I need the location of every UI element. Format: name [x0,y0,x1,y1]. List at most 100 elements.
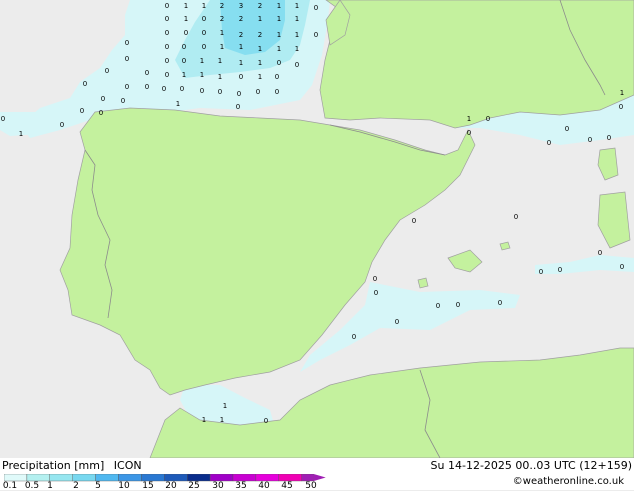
colorbar-segment [49,474,73,482]
precip-value-label: 1 [200,71,204,79]
precip-value-label: 0 [547,139,551,147]
precip-value-label: 0 [498,299,502,307]
precip-value-label: 1 [277,15,281,23]
precip-value-label: 0 [125,55,129,63]
precip-value-label: 0 [486,115,490,123]
precip-value-label: 2 [258,2,262,10]
precip-value-label: 2 [239,15,243,23]
precip-value-label: 0 [182,43,186,51]
land-ibiza [417,277,429,289]
colorbar-segment [255,474,279,482]
precip-value-label: 0 [456,301,460,309]
precip-value-label: 0 [236,103,240,111]
precip-value-label: 1 [202,2,206,10]
precip-value-label: 1 [258,73,262,81]
precip-value-label: 0 [165,15,169,23]
land-france [319,0,634,129]
precip-value-label: 0 [165,57,169,65]
precip-value-label: 1 [223,402,227,410]
precip-value-label: 1 [277,2,281,10]
precip-value-label: 1 [202,416,206,424]
precip-value-label: 0 [239,73,243,81]
precip-value-label: 0 [165,71,169,79]
precip-value-label: 1 [295,2,299,10]
precip-value-label: 1 [200,57,204,65]
precip-value-label: 0 [588,136,592,144]
colorbar-segment [4,474,28,482]
precip-value-label: 0 [374,289,378,297]
precip-value-label: 0 [80,107,84,115]
precip-value-label: 1 [295,15,299,23]
precip-value-label: 1 [467,115,471,123]
precip-value-label: 0 [145,69,149,77]
legend-title-text: Precipitation [mm] [2,459,105,472]
precip-value-label: 0 [165,2,169,10]
precip-value-label: 1 [277,45,281,53]
colorbar-segment [209,474,234,482]
precip-value-label: 0 [565,125,569,133]
datetime-label: Su 14-12-2025 00..03 UTC (12+159) [430,459,632,472]
precip-value-label: 0 [619,103,623,111]
colorbar-segment [232,474,257,482]
colorbar-segment [141,474,165,482]
precip-value-label: 0 [620,263,624,271]
precip-value-label: 1 [220,29,224,37]
precip-value-label: 0 [162,85,166,93]
precip-value-label: 0 [256,88,260,96]
precip-value-label: 2 [258,31,262,39]
precip-value-label: 0 [105,67,109,75]
precip-value-label: 0 [412,217,416,225]
precip-value-label: 0 [125,39,129,47]
precip-value-label: 0 [352,333,356,341]
colorbar-segment [164,474,188,482]
precip-value-label: 1 [176,100,180,108]
precip-value-label: 0 [436,302,440,310]
precip-value-label: 1 [620,89,624,97]
model-name: ICON [113,459,142,472]
colorbar-segment [186,474,211,482]
precip-value-label: 0 [165,29,169,37]
precip-value-label: 0 [202,29,206,37]
precip-value-label: 0 [145,83,149,91]
precip-value-label: 0 [237,90,241,98]
precip-value-label: 1 [184,15,188,23]
precip-value-label: 0 [539,268,543,276]
precip-value-label: 1 [239,59,243,67]
precip-value-label: 0 [182,57,186,65]
precip-value-label: 0 [180,85,184,93]
precip-value-label: 1 [258,15,262,23]
credit-label: ©weatheronline.co.uk [512,476,624,487]
colorbar-segment [26,474,50,482]
precip-value-label: 1 [295,31,299,39]
precip-value-label: 1 [184,2,188,10]
colorbar-segment [118,474,142,482]
precipitation-map: 0 1 1 2 3 2 1 1 00 1 0 2 2 1 1 10 0 0 1 2 2 1 1 00 0 0 0 1 1 1 1 10 0 0 1 1… [0,0,634,458]
precip-value-label: 1 [258,59,262,67]
precip-value-label: 0 [373,275,377,283]
precip-value-label: 1 [277,31,281,39]
precip-value-label: 0 [314,31,318,39]
colorbar-segment [278,474,302,482]
precip-value-label: 1 [258,45,262,53]
precip-value-label: 1 [218,57,222,65]
precip-value-label: 1 [218,73,222,81]
precip-value-label: 2 [220,15,224,23]
precip-value-label: 0 [83,80,87,88]
precip-value-label: 0 [184,29,188,37]
precip-value-label: 1 [19,130,23,138]
precip-value-label: 0 [218,88,222,96]
precip-value-label: 0 [101,95,105,103]
precip-value-label: 0 [202,15,206,23]
precip-value-label: 0 [607,134,611,142]
colorbar-arrow [313,474,326,481]
precip-value-label: 0 [99,109,103,117]
precip-value-label: 0 [165,43,169,51]
precip-value-label: 0 [121,97,125,105]
precip-value-label: 0 [277,59,281,67]
precip-value-label: 0 [275,88,279,96]
precip-value-label: 1 [295,45,299,53]
precip-value-label: 2 [220,2,224,10]
precip-value-label: 0 [275,73,279,81]
precip-value-label: 1 [239,43,243,51]
precip-value-label: 1 [182,71,186,79]
